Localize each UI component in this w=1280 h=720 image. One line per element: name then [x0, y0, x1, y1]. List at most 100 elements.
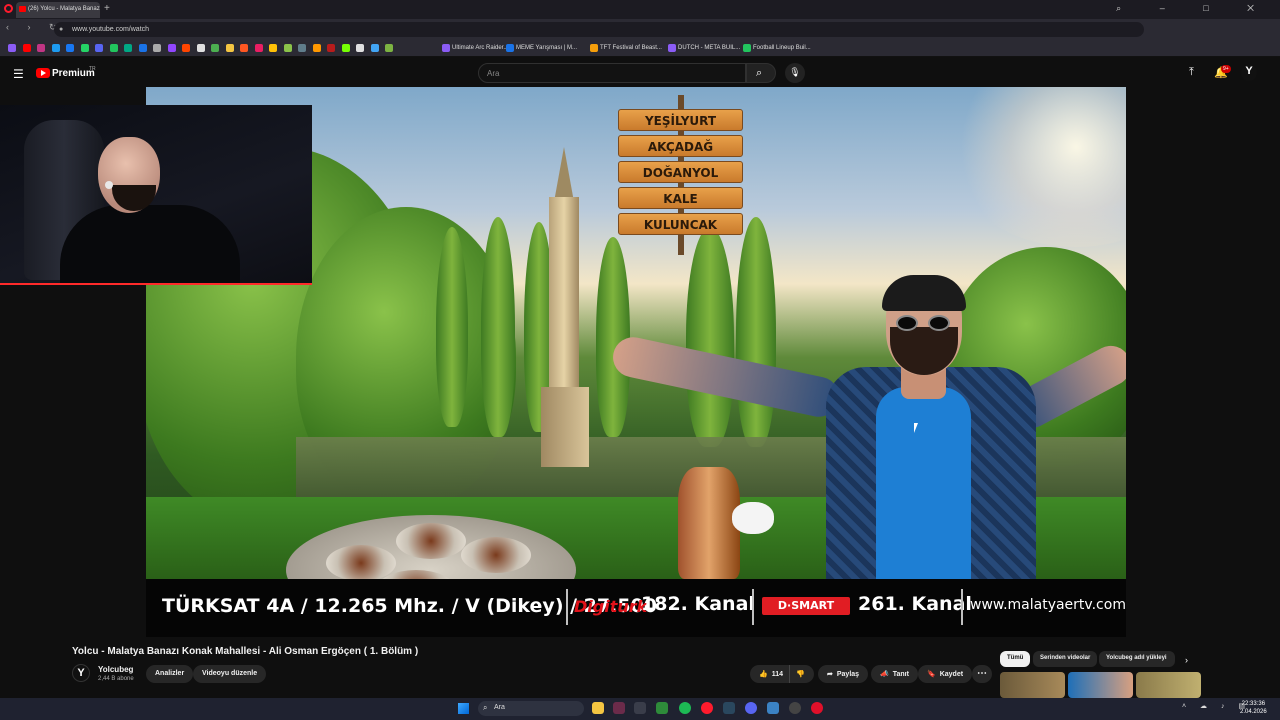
bookmark-favicon-icon[interactable] [167, 44, 176, 52]
sign-doganyol: DOĞANYOL [618, 161, 743, 183]
chip-all[interactable]: Tümü [1000, 651, 1031, 667]
discord-icon[interactable] [745, 702, 757, 714]
save-button[interactable]: 🔖 Kaydet [918, 665, 973, 683]
lens [896, 315, 918, 331]
mosque-base [541, 387, 589, 467]
microphone-icon[interactable]: 🎙 [785, 63, 805, 83]
account-avatar[interactable]: Y [1241, 65, 1257, 81]
opera-logo-icon[interactable] [4, 4, 13, 13]
bookmark-favicon-icon[interactable] [269, 44, 277, 52]
chip-series[interactable]: Serinden videolar [1033, 651, 1098, 667]
bookmark-favicon-icon[interactable] [22, 44, 31, 52]
streamer-body [60, 205, 240, 283]
app-icon[interactable] [767, 702, 779, 714]
bookmark-item[interactable]: TFT Festival of Beast... [600, 45, 662, 51]
bookmark-favicon-icon[interactable] [385, 44, 393, 52]
bookmark-item[interactable]: Ultimate Arc Raider... [452, 45, 508, 51]
bookmark-favicon-icon[interactable] [356, 44, 364, 52]
presenter-sunglasses [894, 315, 954, 331]
bookmark-favicon-icon[interactable] [95, 44, 103, 52]
related-thumbnail[interactable] [1000, 672, 1065, 698]
more-actions-button[interactable]: ⋯ [972, 665, 992, 683]
search-icon: ⌕ [756, 67, 763, 79]
bookmark-favicon-icon[interactable] [327, 44, 335, 52]
poplar-tree [481, 217, 515, 437]
like-button[interactable]: 👍 114 [750, 665, 790, 683]
save-label: Kaydet [939, 671, 964, 678]
channel-name[interactable]: Yolcubeg [98, 665, 133, 674]
bookmark-favicon-icon[interactable] [370, 44, 379, 52]
lens [928, 315, 950, 331]
bookmark-item[interactable]: MEME Yarışması | M... [516, 45, 577, 51]
chevron-right-icon[interactable]: › [1185, 655, 1188, 665]
bookmark-favicon-icon[interactable] [196, 44, 205, 52]
presenter [609, 275, 1126, 579]
dsmart-logo: D·SMART [762, 597, 850, 615]
chip-uploaded[interactable]: Yolcubeg adıl yükleyi [1099, 651, 1175, 667]
bookmark-favicon-icon[interactable] [80, 44, 89, 52]
bookmark-favicon-icon[interactable] [66, 44, 74, 52]
bookmark-favicon-icon[interactable] [37, 44, 45, 52]
sign-yesilyurt: YEŞİLYURT [618, 109, 743, 131]
app-icon[interactable] [613, 702, 625, 714]
analytics-label: Analizler [155, 670, 185, 677]
steam-icon[interactable] [723, 702, 735, 714]
dislike-button[interactable]: 👎 [789, 665, 814, 683]
analytics-button[interactable]: Analizler [146, 665, 194, 683]
bookmark-favicon-icon[interactable] [298, 44, 306, 52]
plate [461, 537, 531, 573]
bookmark-favicon-icon[interactable] [283, 44, 292, 52]
url-field[interactable]: ● www.youtube.com/watch [54, 22, 1144, 37]
promote-button[interactable]: 📣 Tanıt [871, 665, 918, 683]
edit-video-label: Videoyu düzenle [202, 670, 258, 677]
edit-video-button[interactable]: Videoyu düzenle [193, 665, 267, 683]
bookmark-item[interactable]: DUTCH - META BUIL... [678, 45, 740, 51]
share-button[interactable]: ➦ Paylaş [818, 665, 869, 683]
upload-icon[interactable]: ⤒ [1189, 66, 1194, 79]
taskbar-search[interactable]: ⌕ Ara [478, 701, 584, 716]
search-button[interactable]: ⌕ [746, 63, 776, 83]
related-thumbnail[interactable] [1068, 672, 1133, 698]
bookmark-favicon-icon[interactable] [312, 44, 321, 52]
bookmark-favicon-icon[interactable] [211, 44, 219, 52]
bookmark-favicon-icon[interactable] [51, 44, 60, 52]
share-icon: ➦ [827, 671, 833, 678]
bookmark-favicon-icon[interactable] [225, 44, 234, 52]
url-text: www.youtube.com/watch [72, 26, 150, 33]
file-explorer-icon[interactable] [592, 702, 604, 714]
plate [396, 523, 466, 559]
related-thumbnail[interactable] [1136, 672, 1201, 698]
bookmark-favicon-icon[interactable] [240, 44, 248, 52]
steam-icon[interactable] [634, 702, 646, 714]
bookmark-item[interactable]: Football Lineup Buil... [753, 45, 811, 51]
bookmark-favicon-icon[interactable] [254, 44, 263, 52]
bookmark-icon: 🔖 [927, 671, 936, 678]
opera-icon[interactable] [701, 702, 713, 714]
youtube-logo-icon[interactable] [36, 68, 50, 78]
mouse-cursor-icon [914, 423, 918, 433]
bookmark-favicon-icon[interactable] [8, 44, 16, 52]
search-input[interactable]: Ara [478, 63, 746, 83]
channel-avatar[interactable]: Y [72, 664, 90, 682]
tab-title: (26) Yolcu - Malatya Banaz [28, 6, 100, 12]
bookmark-favicon-icon[interactable] [109, 44, 118, 52]
presenter-tshirt [876, 387, 971, 579]
menu-icon[interactable]: ☰ [13, 67, 24, 81]
browser-tab-youtube[interactable]: (26) Yolcu - Malatya Banaz [16, 2, 100, 18]
window-controls[interactable]: ⌕ – □ ✕ [1116, 3, 1272, 14]
bookmark-favicon-icon[interactable] [138, 44, 147, 52]
bookmark-favicon-icon [442, 44, 450, 52]
bookmark-favicon-icon[interactable] [182, 44, 190, 52]
windows-start-icon[interactable] [458, 703, 469, 714]
app-icon[interactable] [656, 702, 668, 714]
minaret-cone [554, 147, 574, 202]
bookmark-favicon-icon[interactable] [341, 44, 350, 52]
new-tab-button[interactable]: + [104, 3, 110, 14]
bookmark-favicon-icon[interactable] [124, 44, 132, 52]
app-icon[interactable] [811, 702, 823, 714]
spotify-icon[interactable] [679, 702, 691, 714]
obs-icon[interactable] [789, 702, 801, 714]
bookmark-favicon-icon[interactable] [153, 44, 161, 52]
bookmark-favicon-icon [668, 44, 676, 52]
taskbar-clock[interactable]: 22:33:36 2.04.2026 [1240, 700, 1267, 716]
